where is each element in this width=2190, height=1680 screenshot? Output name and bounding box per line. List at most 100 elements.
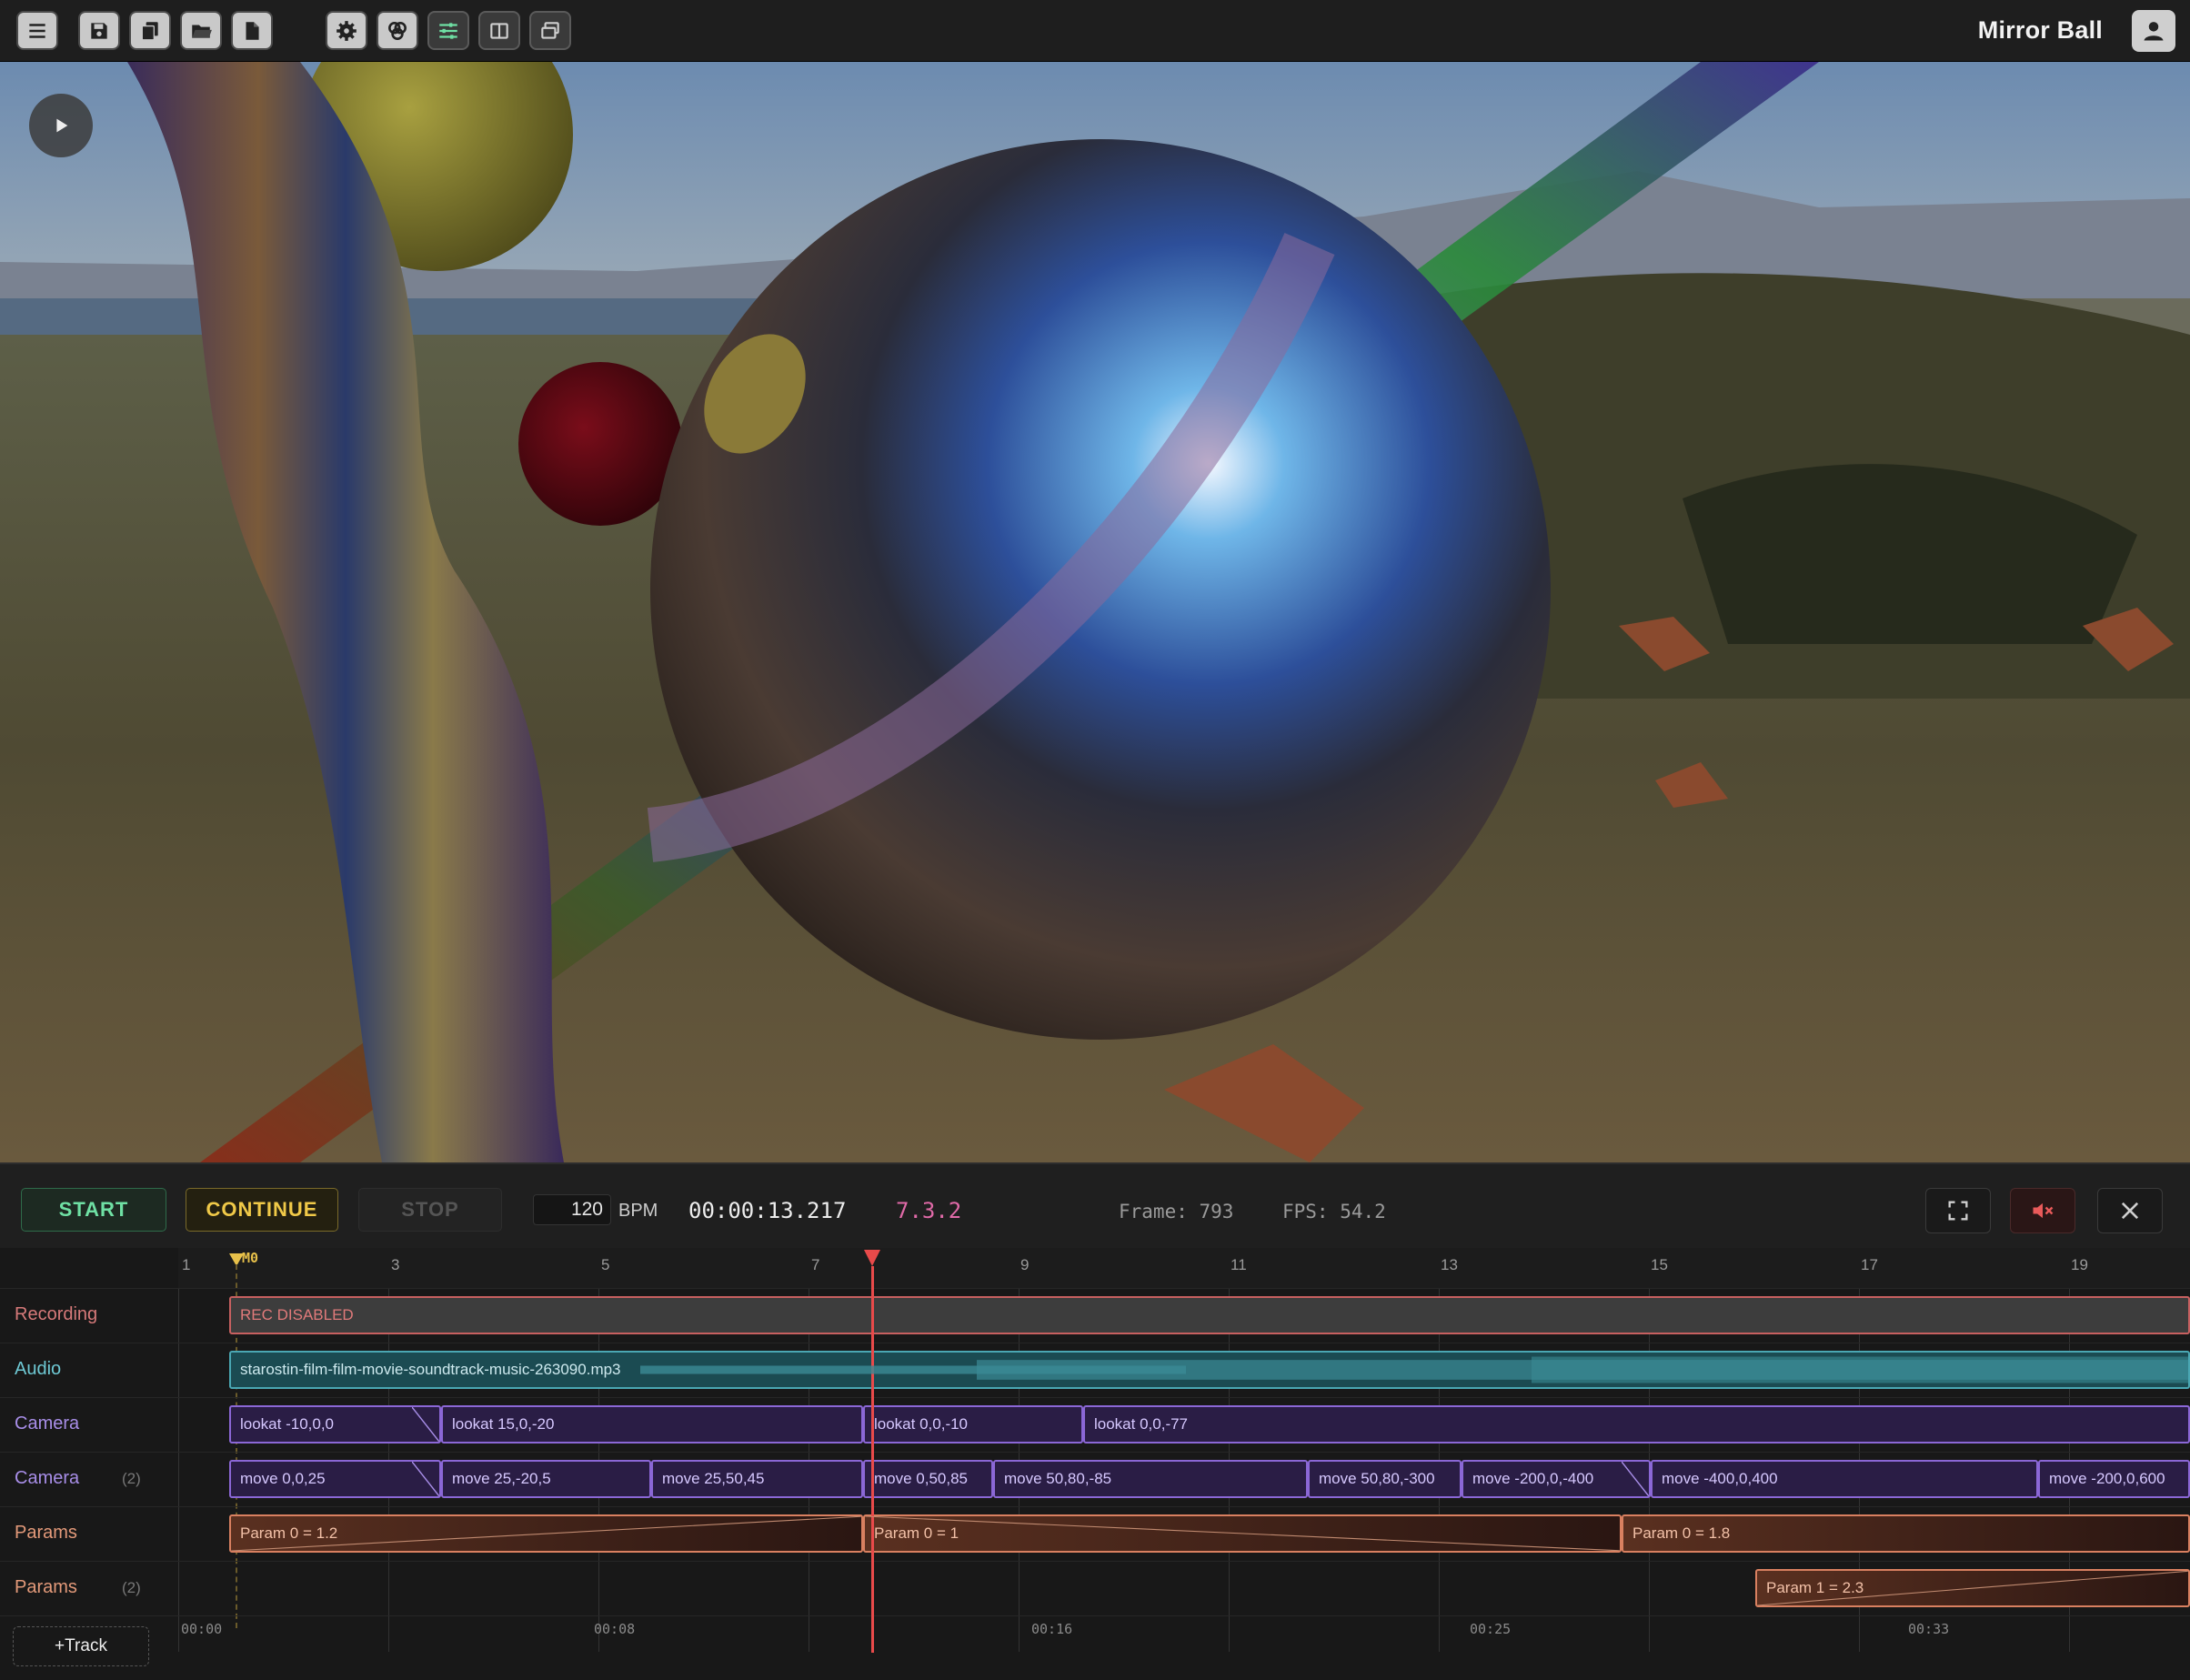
time-label: 00:16 — [1031, 1621, 1073, 1637]
track-label-audio[interactable]: Audio — [15, 1359, 61, 1380]
track-count: (2) — [122, 1579, 141, 1596]
clip-label: move 50,80,-300 — [1319, 1470, 1435, 1487]
marker-label: M0 — [242, 1250, 259, 1266]
clip-label: move 25,-20,5 — [452, 1470, 551, 1487]
settings-button[interactable] — [326, 11, 367, 50]
camera-clip[interactable]: lookat 0,0,-10 — [863, 1405, 1083, 1444]
duplicate-button[interactable] — [129, 11, 171, 50]
fps-counter: FPS: 54.2 — [1282, 1201, 1386, 1222]
bar-label: 13 — [1441, 1256, 1458, 1273]
rendered-scene — [0, 62, 2190, 1162]
track-label-camera-2[interactable]: Camera — [15, 1468, 79, 1489]
frame-counter: Frame: 793 — [1119, 1201, 1234, 1222]
timeline[interactable]: 1 3 5 7 9 11 13 15 17 19 M0 Recording Au… — [0, 1248, 2190, 1680]
timeline-ruler[interactable]: 1 3 5 7 9 11 13 15 17 19 — [178, 1248, 2190, 1288]
bar-position-display: 7.3.2 — [896, 1198, 962, 1223]
menu-button[interactable] — [16, 11, 58, 50]
folder-open-icon — [192, 25, 212, 38]
camera-move-clip[interactable]: move -400,0,400 — [1651, 1460, 2038, 1498]
track-count: (2) — [122, 1470, 141, 1487]
param-clip[interactable]: Param 0 = 1.2 — [229, 1514, 863, 1553]
continue-button[interactable]: CONTINUE — [186, 1188, 338, 1232]
clip-label: move -400,0,400 — [1662, 1470, 1778, 1487]
track-label-recording[interactable]: Recording — [15, 1304, 97, 1325]
camera-move-clip[interactable]: move 0,50,85 — [863, 1460, 993, 1498]
audio-clip[interactable]: starostin-film-film-movie-soundtrack-mus… — [229, 1351, 2190, 1389]
user-button[interactable] — [2132, 10, 2175, 52]
clip-label: move -200,0,-400 — [1472, 1470, 1594, 1487]
effects-button[interactable] — [377, 11, 418, 50]
bar-label: 19 — [2071, 1256, 2088, 1273]
fullscreen-button[interactable] — [1925, 1188, 1991, 1233]
clip-label: Param 0 = 1 — [874, 1524, 959, 1542]
time-label: 00:08 — [594, 1621, 636, 1637]
clip-label: starostin-film-film-movie-soundtrack-mus… — [240, 1361, 621, 1378]
start-button[interactable]: START — [21, 1188, 166, 1232]
stop-button[interactable]: STOP — [358, 1188, 502, 1232]
camera-move-clip[interactable]: move -200,0,-400 — [1462, 1460, 1651, 1498]
sliders-icon — [439, 22, 457, 39]
clip-label: move 0,50,85 — [874, 1470, 969, 1487]
play-button[interactable] — [29, 94, 93, 157]
clip-label: Param 1 = 2.3 — [1766, 1579, 1864, 1596]
add-track-button[interactable]: +Track — [13, 1626, 149, 1666]
param-clip[interactable]: Param 0 = 1 — [863, 1514, 1622, 1553]
close-button[interactable] — [2097, 1188, 2163, 1233]
clip-label: lookat 15,0,-20 — [452, 1415, 555, 1433]
clip-label: move 50,80,-85 — [1004, 1470, 1112, 1487]
play-icon — [56, 118, 68, 133]
clip-label: lookat 0,0,-77 — [1094, 1415, 1189, 1433]
clip-label: lookat 0,0,-10 — [874, 1415, 969, 1433]
user-icon — [2144, 22, 2164, 41]
top-toolbar: Mirror Ball — [0, 0, 2190, 62]
playhead[interactable] — [871, 1266, 874, 1653]
mute-icon — [2033, 1202, 2054, 1219]
split-view-button[interactable] — [478, 11, 520, 50]
camera-move-clip[interactable]: move 50,80,-85 — [993, 1460, 1308, 1498]
camera-clip[interactable]: lookat -10,0,0 — [229, 1405, 441, 1444]
new-file-button[interactable] — [231, 11, 273, 50]
track-label-params[interactable]: Params — [15, 1523, 77, 1544]
save-button[interactable] — [78, 11, 120, 50]
bar-label: 17 — [1861, 1256, 1878, 1273]
bar-label: 1 — [182, 1256, 191, 1273]
new-file-icon — [246, 21, 259, 40]
playhead-handle[interactable] — [864, 1250, 880, 1266]
fullscreen-icon — [1948, 1201, 1968, 1221]
camera-move-clip[interactable]: move 25,-20,5 — [441, 1460, 651, 1498]
open-button[interactable] — [180, 11, 222, 50]
render-viewport[interactable] — [0, 62, 2190, 1162]
camera-clip[interactable]: lookat 0,0,-77 — [1083, 1405, 2190, 1444]
camera-move-clip[interactable]: move -200,0,600 — [2038, 1460, 2190, 1498]
param-clip[interactable]: Param 1 = 2.3 — [1755, 1569, 2190, 1607]
sliders-button[interactable] — [427, 11, 469, 50]
clip-label: REC DISABLED — [240, 1306, 354, 1323]
time-label: 00:25 — [1470, 1621, 1512, 1637]
time-label: 00:33 — [1908, 1621, 1950, 1637]
clip-label: lookat -10,0,0 — [240, 1415, 335, 1433]
clip-label: Param 0 = 1.2 — [240, 1524, 338, 1542]
camera-move-clip[interactable]: move 25,50,45 — [651, 1460, 863, 1498]
menu-icon — [29, 23, 45, 38]
param-clip[interactable]: Param 0 = 1.8 — [1622, 1514, 2190, 1553]
clip-label: move 0,0,25 — [240, 1470, 326, 1487]
bpm-input[interactable] — [533, 1194, 611, 1225]
transport-bar: START CONTINUE STOP BPM 00:00:13.217 7.3… — [0, 1162, 2190, 1248]
bar-label: 11 — [1231, 1256, 1247, 1273]
track-label-camera[interactable]: Camera — [15, 1413, 79, 1434]
mute-button[interactable] — [2010, 1188, 2075, 1233]
clip-label: move 25,50,45 — [662, 1470, 765, 1487]
clip-label: Param 0 = 1.8 — [1632, 1524, 1731, 1542]
camera-move-clip[interactable]: move 50,80,-300 — [1308, 1460, 1462, 1498]
bar-label: 5 — [601, 1256, 610, 1273]
duplicate-icon — [141, 21, 158, 40]
bar-label: 9 — [1020, 1256, 1030, 1273]
recording-clip[interactable]: REC DISABLED — [229, 1296, 2190, 1334]
camera-clip[interactable]: lookat 15,0,-20 — [441, 1405, 863, 1444]
gear-icon — [337, 20, 357, 41]
camera-move-clip[interactable]: move 0,0,25 — [229, 1460, 441, 1498]
windows-button[interactable] — [529, 11, 571, 50]
app-title: Mirror Ball — [1977, 16, 2103, 44]
track-label-params-2[interactable]: Params — [15, 1577, 77, 1598]
bar-label: 15 — [1651, 1256, 1668, 1273]
